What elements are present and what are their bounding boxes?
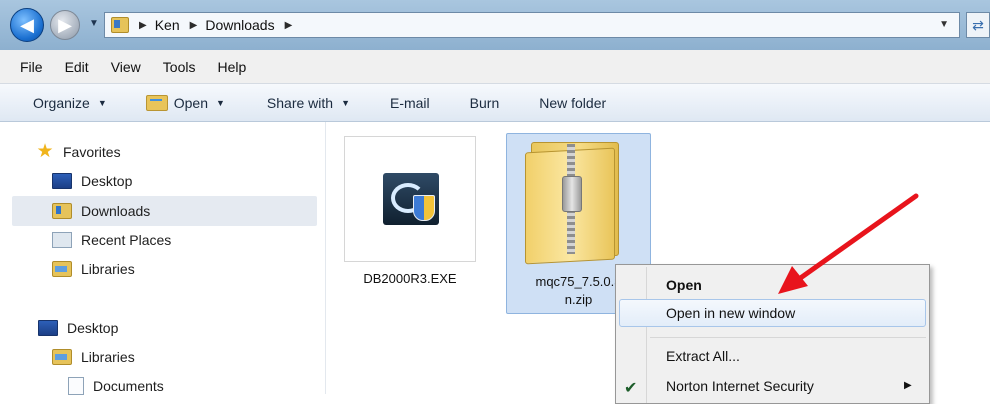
open-button[interactable]: Open ▼ [145, 94, 225, 111]
recent-places-icon [52, 232, 72, 248]
menu-item-norton[interactable]: Norton Internet Security [666, 378, 814, 394]
open-folder-icon [145, 94, 168, 111]
document-icon [68, 377, 84, 395]
nav-desktop-label: Desktop [81, 173, 133, 189]
share-with-button[interactable]: Share with ▼ [267, 95, 350, 111]
folder-icon [111, 17, 129, 33]
chevron-down-icon: ▼ [215, 97, 225, 108]
desktop-icon [38, 320, 58, 336]
organize-label: Organize [33, 94, 90, 111]
chevron-down-icon: ▼ [97, 97, 107, 108]
forward-button[interactable]: ▶ [50, 10, 80, 40]
nav-libraries-label: Libraries [81, 261, 135, 277]
nav-desktop-root-label: Desktop [67, 320, 119, 336]
address-field[interactable]: ▶ Ken ▶ Downloads ▶ ▼ [104, 12, 960, 38]
annotation-arrow-head [778, 266, 808, 294]
nav-favorites-label: Favorites [63, 144, 121, 160]
menu-bar: File Edit View Tools Help [0, 50, 990, 84]
libraries-icon [52, 261, 72, 277]
organize-button[interactable]: Organize ▼ [33, 95, 107, 111]
breadcrumb-downloads[interactable]: Downloads [205, 17, 274, 33]
nav-libraries-root-label: Libraries [81, 349, 135, 365]
nav-recent-places[interactable]: Recent Places [52, 228, 171, 252]
chevron-down-icon: ▼ [341, 97, 350, 108]
downloads-folder-icon [52, 203, 72, 219]
installer-icon [383, 173, 439, 225]
new-folder-button[interactable]: New folder [539, 95, 606, 111]
norton-check-icon: ✔ [624, 380, 638, 397]
menu-separator [650, 337, 926, 338]
email-button[interactable]: E-mail [390, 95, 430, 111]
nav-downloads-label: Downloads [81, 203, 151, 219]
menu-item-open[interactable]: Open [666, 277, 702, 293]
breadcrumb-chevron-icon[interactable]: ▶ [139, 20, 147, 31]
star-icon: ★ [36, 141, 54, 162]
open-label: Open [173, 94, 208, 111]
nav-desktop-root[interactable]: Desktop [38, 316, 118, 340]
desktop-icon [52, 173, 72, 189]
uac-shield-icon [413, 195, 435, 221]
menu-tools[interactable]: Tools [152, 59, 207, 75]
breadcrumb-ken[interactable]: Ken [155, 17, 180, 33]
annotation-arrow-shaft [789, 193, 919, 287]
back-button[interactable]: ◀ [10, 8, 44, 42]
file-item-exe[interactable]: DB2000R3.EXE [344, 136, 476, 296]
nav-desktop[interactable]: Desktop [52, 169, 132, 193]
command-bar: Organize ▼ Open ▼ Share with ▼ E-mail Bu… [0, 84, 990, 122]
forward-arrow-icon: ▶ [58, 14, 72, 35]
breadcrumb-chevron-icon[interactable]: ▶ [285, 20, 293, 31]
nav-documents-label: Documents [93, 378, 164, 394]
breadcrumb-chevron-icon[interactable]: ▶ [190, 20, 198, 31]
menu-item-open-new-window[interactable]: Open in new window [666, 305, 795, 321]
nav-downloads[interactable]: Downloads [52, 199, 150, 223]
menu-help[interactable]: Help [206, 59, 257, 75]
nav-libraries-root[interactable]: Libraries [52, 345, 135, 369]
back-arrow-icon: ◀ [20, 14, 34, 35]
menu-edit[interactable]: Edit [54, 59, 100, 75]
address-bar: ◀ ▶ ▼ ▶ Ken ▶ Downloads ▶ ▼ ⇄ [0, 0, 990, 50]
recent-pages-dropdown-icon[interactable]: ▼ [89, 18, 99, 30]
menu-gutter [646, 267, 647, 403]
address-dropdown-icon[interactable]: ▼ [939, 19, 949, 30]
burn-button[interactable]: Burn [470, 95, 500, 111]
zipper-pull-icon [562, 176, 582, 212]
file-name: DB2000R3.EXE [363, 271, 457, 286]
submenu-arrow-icon: ▶ [904, 380, 912, 391]
nav-documents[interactable]: Documents [68, 374, 164, 398]
menu-file[interactable]: File [0, 59, 54, 75]
nav-libraries[interactable]: Libraries [52, 257, 135, 281]
zip-folder-icon [523, 140, 633, 265]
libraries-icon [52, 349, 72, 365]
refresh-button[interactable]: ⇄ [966, 12, 990, 38]
nav-recent-places-label: Recent Places [81, 232, 172, 248]
nav-favorites[interactable]: ★ Favorites [36, 140, 121, 164]
annotation-arrow [778, 193, 919, 294]
menu-view[interactable]: View [100, 59, 152, 75]
menu-item-extract-all[interactable]: Extract All... [666, 348, 740, 364]
share-with-label: Share with [266, 94, 334, 111]
file-thumbnail [344, 136, 476, 262]
